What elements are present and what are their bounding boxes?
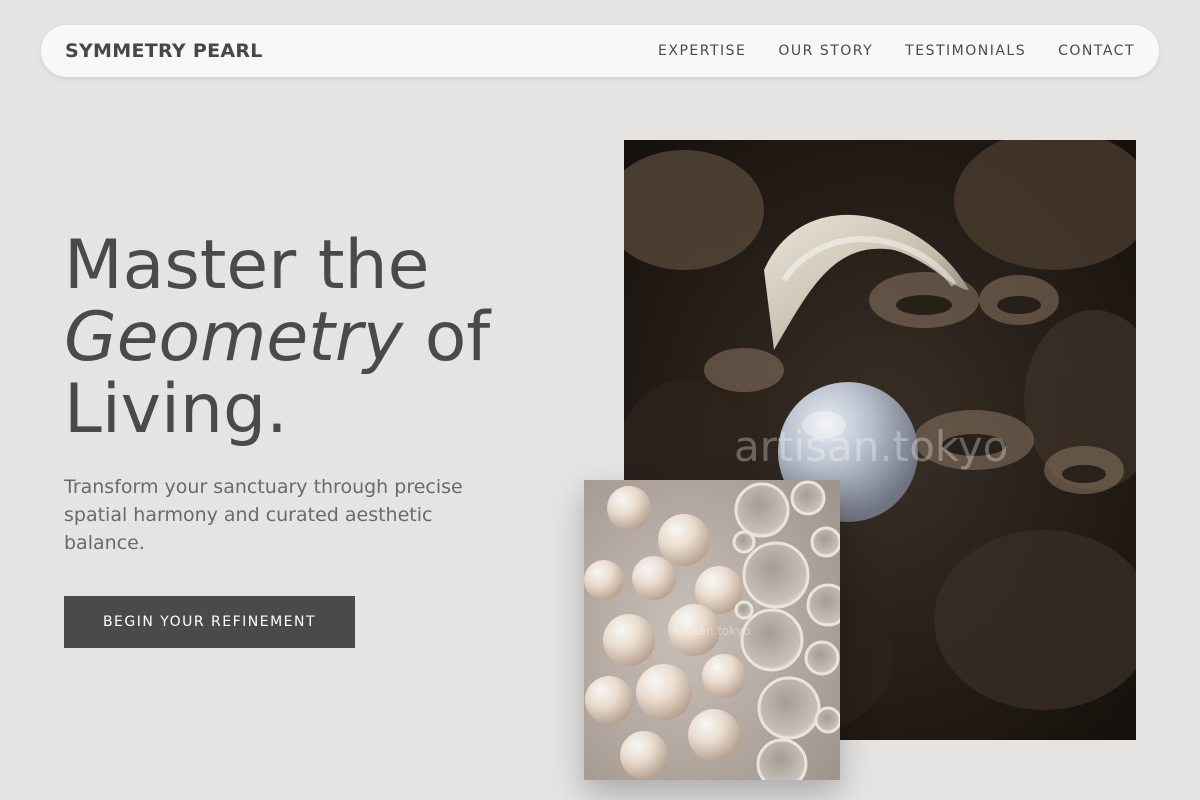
brand-logo[interactable]: SYMMETRY PEARL: [65, 40, 263, 62]
nav-link-contact[interactable]: CONTACT: [1058, 43, 1135, 59]
main-image-watermark: artisan.tokyo: [734, 422, 1009, 471]
top-nav: SYMMETRY PEARL EXPERTISE OUR STORY TESTI…: [41, 25, 1159, 77]
begin-refinement-button[interactable]: BEGIN YOUR REFINEMENT: [64, 596, 355, 648]
hero-title-line1: Master the: [64, 226, 430, 305]
hero-title-emphasis: Geometry: [64, 298, 404, 377]
pearls-bubbles-image: artisan.tokyo: [584, 480, 840, 780]
hero-subtitle: Transform your sanctuary through precise…: [64, 476, 463, 554]
hero-title-line3: Living.: [64, 370, 288, 449]
nav-link-testimonials[interactable]: TESTIMONIALS: [905, 43, 1026, 59]
hero-title-of: of: [403, 298, 491, 377]
nav-links: EXPERTISE OUR STORY TESTIMONIALS CONTACT: [658, 43, 1135, 59]
hero-title: Master the Geometry of Living.: [64, 230, 584, 446]
small-image-watermark: artisan.tokyo: [672, 624, 751, 638]
nav-link-expertise[interactable]: EXPERTISE: [658, 43, 746, 59]
nav-link-our-story[interactable]: OUR STORY: [778, 43, 873, 59]
